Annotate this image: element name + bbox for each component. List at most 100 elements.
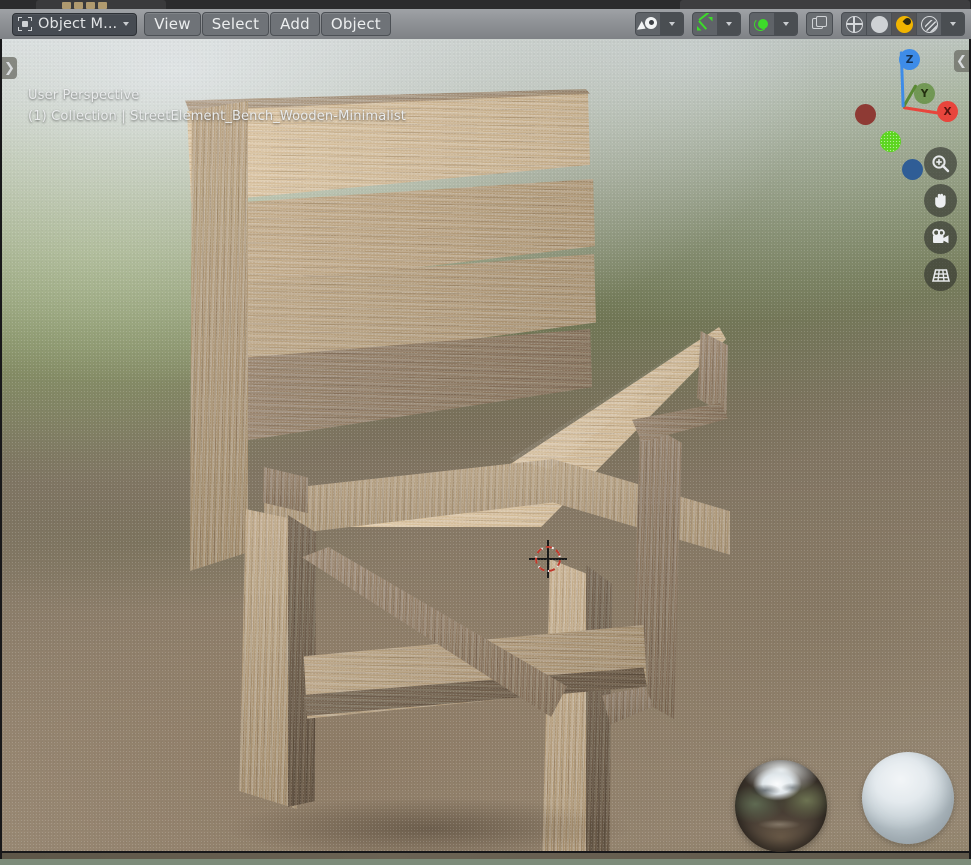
visibility-toggle-group (635, 12, 684, 36)
menu-add[interactable]: Add (270, 12, 320, 36)
backrest-plank-bottom (225, 254, 596, 372)
camera-view-button[interactable] (924, 221, 957, 254)
shading-material-preview[interactable] (892, 13, 917, 35)
3d-cursor[interactable] (529, 540, 567, 578)
zoom-button[interactable] (924, 147, 957, 180)
3d-viewport[interactable]: User Perspective (1) Collection | Street… (2, 39, 969, 851)
shading-mode-group (841, 12, 965, 36)
shading-rendered[interactable] (917, 13, 942, 35)
menu-bar: View Select Add Object (144, 12, 391, 36)
cropped-toolbar-sliver (0, 0, 971, 9)
axis-ball-y[interactable]: Y (914, 83, 935, 104)
object-mode-icon (18, 17, 32, 31)
backrest-plank-middle (218, 179, 595, 291)
visibility-toggle[interactable] (636, 13, 661, 35)
blender-window: Object M... View Select Add Object User … (0, 0, 971, 865)
contact-shadow (217, 779, 687, 851)
menu-view[interactable]: View (144, 12, 201, 36)
chevron-down-icon (783, 22, 789, 26)
xray-icon (811, 16, 828, 32)
visibility-dropdown[interactable] (661, 13, 683, 35)
rendered-sphere-icon (920, 15, 938, 33)
magnifier-plus-icon (932, 155, 950, 173)
perspective-label: User Perspective (28, 88, 140, 103)
chevron-down-icon (669, 22, 675, 26)
material-sphere-icon (895, 15, 913, 33)
gizmo-arrows-icon (696, 13, 714, 32)
diffuse-preview-sphere (862, 752, 954, 844)
seat-rear-plank (632, 403, 728, 443)
mode-selector-dropdown[interactable]: Object M... (12, 12, 138, 36)
shading-dropdown[interactable] (942, 13, 964, 35)
leg-front-right-side (586, 565, 612, 851)
seat-right-endcap (697, 331, 728, 415)
leg-front-left-side (288, 515, 316, 807)
viewport-nav-buttons (924, 147, 957, 291)
backrest-plank-top (187, 91, 590, 203)
axis-ball-neg-z[interactable] (902, 159, 923, 180)
navigation-gizmo[interactable]: Y X Z (855, 49, 958, 180)
seat-left-endcap (262, 467, 308, 514)
foot-front-right (602, 687, 654, 725)
leg-front-right (542, 559, 598, 851)
eye-cursor-icon (637, 16, 657, 33)
overlays-toggle-group (749, 12, 798, 36)
mode-selector-label: Object M... (38, 16, 118, 32)
toggle-ortho-button[interactable] (924, 258, 957, 291)
chevron-down-icon (950, 22, 956, 26)
viewport-dither-noise (2, 39, 969, 851)
chevron-down-icon (726, 22, 732, 26)
xray-toggle-group (806, 12, 833, 36)
axis-ball-x[interactable]: X (937, 101, 958, 122)
header-right-widgets (635, 12, 965, 36)
axis-label-z: Z (905, 53, 914, 66)
sliver-chip (98, 2, 107, 9)
shading-wireframe[interactable] (842, 13, 867, 35)
axis-label-x: X (943, 105, 952, 118)
viewport-info-text: User Perspective (1) Collection | Street… (28, 85, 406, 127)
menu-object[interactable]: Object (320, 12, 391, 36)
wireframe-sphere-icon (845, 15, 863, 33)
leg-front-left (239, 509, 302, 809)
leg-rear-right (632, 419, 682, 719)
overlays-toggle[interactable] (750, 13, 775, 35)
cursor-ring-red (529, 540, 567, 578)
diagonal-brace (302, 547, 567, 717)
bench-object (2, 39, 969, 851)
xray-toggle[interactable] (807, 13, 832, 35)
axis-line-x (902, 106, 939, 115)
axis-ball-neg-x[interactable] (855, 104, 876, 125)
grid-perspective-icon (931, 268, 950, 282)
chevron-down-icon (123, 22, 130, 26)
window-bottom-edge (0, 859, 971, 865)
cross-brace-lower (303, 625, 647, 719)
seat-specular-highlight (510, 341, 702, 469)
gizmo-toggle-group (692, 12, 741, 36)
backrest-post-left (190, 101, 248, 571)
sliver-chip (74, 2, 83, 9)
hdri-background-bands (2, 39, 969, 851)
gizmo-dropdown[interactable] (718, 13, 740, 35)
hand-icon (935, 193, 946, 208)
overlays-dropdown[interactable] (775, 13, 797, 35)
scene-object-label: (1) Collection | StreetElement_Bench_Woo… (28, 109, 407, 124)
sliver-panel-right (680, 0, 970, 9)
pan-button[interactable] (924, 184, 957, 217)
gizmo-toggle[interactable] (693, 13, 718, 35)
chrome-preview-sphere (735, 760, 827, 852)
sliver-chip (86, 2, 95, 9)
seat-plank-top (264, 327, 726, 527)
toolbar-expand-tab[interactable]: ❯ (2, 57, 17, 79)
backrest-plank-top-edge (185, 89, 590, 112)
axis-ball-neg-y[interactable] (880, 131, 901, 152)
backrest-plank-lower (238, 329, 592, 441)
axis-label-y: Y (920, 87, 929, 100)
seat-front-face (264, 459, 730, 555)
axis-ball-z[interactable]: Z (899, 49, 920, 70)
shading-solid[interactable] (867, 13, 892, 35)
menu-select[interactable]: Select (201, 12, 270, 36)
sidebar-expand-tab[interactable]: ❮ (954, 50, 969, 72)
overlays-icon (753, 17, 771, 32)
cross-brace-lower-bottom (303, 667, 647, 716)
viewport-header: Object M... View Select Add Object (0, 9, 971, 39)
